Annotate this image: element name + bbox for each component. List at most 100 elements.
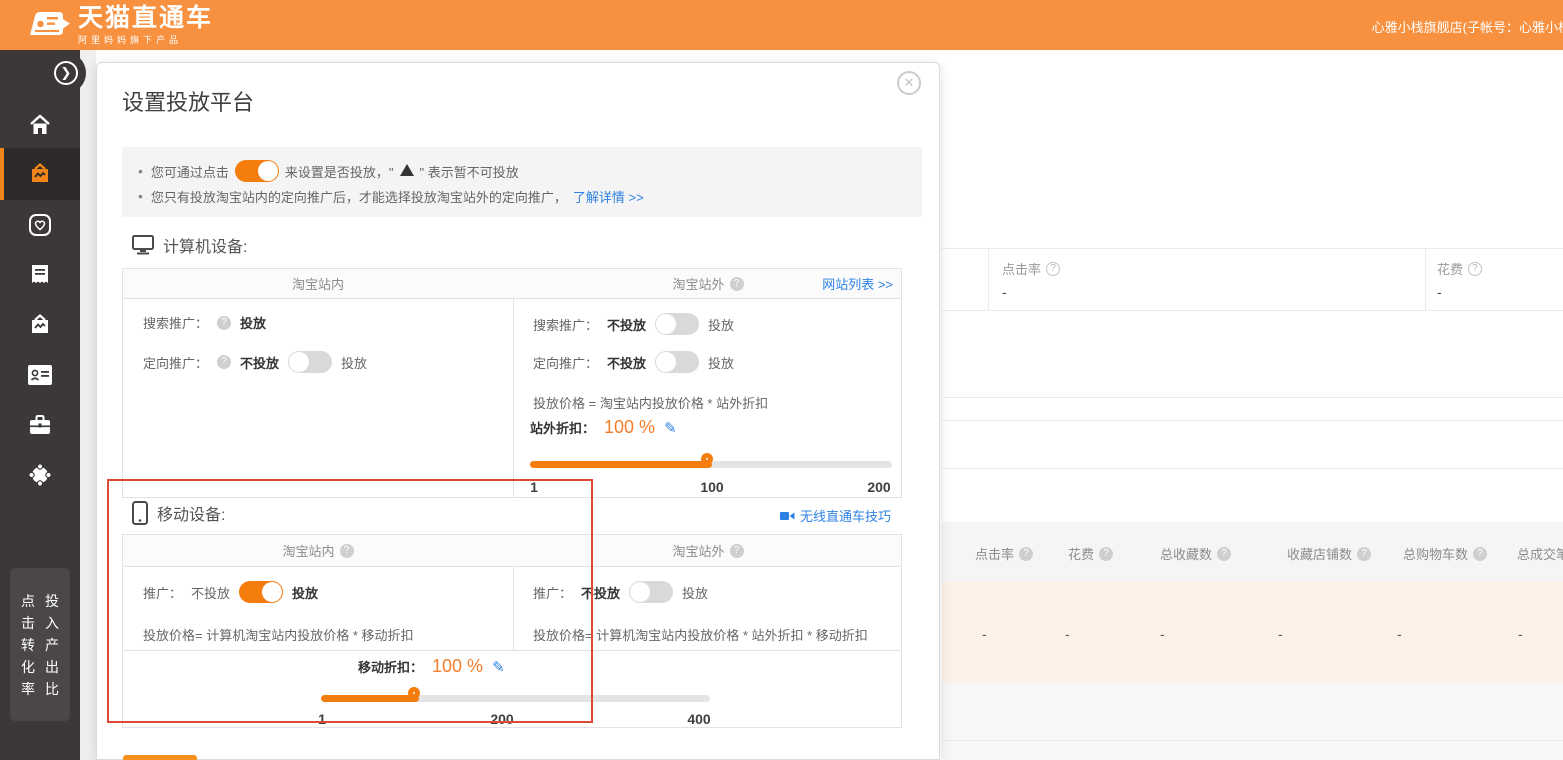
picture-icon: [27, 312, 53, 338]
help-icon[interactable]: ?: [1099, 547, 1113, 561]
bg-col-label: 点击率: [975, 544, 1014, 563]
expand-chevron-icon[interactable]: ❯: [54, 61, 78, 85]
sidebar-item-creatives[interactable]: [0, 300, 80, 350]
help-icon[interactable]: ?: [217, 355, 231, 369]
pc-out-target-toggle[interactable]: [655, 351, 699, 373]
slider-max-label: 200: [859, 479, 899, 495]
bg-col-carts: 总购物车数?: [1403, 544, 1487, 563]
discount-label: 站外折扣：: [530, 418, 595, 437]
help-icon[interactable]: ?: [1046, 262, 1060, 276]
pc-out-target-row: 定向推广： 不投放 投放: [533, 351, 734, 373]
collapsed-subnav-strip: [80, 50, 96, 760]
bg-col-deals: 总成交笔?: [1517, 544, 1563, 563]
slider-thumb[interactable]: [701, 453, 713, 465]
bg-cell-value: -: [982, 626, 987, 642]
bullet-icon: •: [138, 188, 143, 204]
slider-mid-label: 200: [482, 711, 522, 727]
bg-col-label: 总购物车数: [1403, 544, 1468, 563]
stat-ctr-value: -: [1002, 284, 1007, 300]
bg-col-ctr: 点击率?: [975, 544, 1033, 563]
help-icon[interactable]: ?: [1217, 547, 1231, 561]
help-icon[interactable]: ?: [1473, 547, 1487, 561]
notice-text: " 表示暂不可投放: [420, 162, 519, 181]
state-on-text: 投放: [708, 353, 734, 372]
learn-more-link[interactable]: 了解详情 >>: [573, 187, 644, 206]
sidebar-item-audience[interactable]: [0, 350, 80, 400]
mobile-section-title: 移动设备:: [157, 501, 225, 525]
close-icon[interactable]: ✕: [897, 71, 921, 95]
pc-out-discount-slider: 1 100 200: [530, 453, 892, 501]
confirm-button[interactable]: 确定: [123, 755, 197, 760]
computer-table: 淘宝站内 淘宝站外 ? 网站列表 >> 搜索推广： ? 投放 定向推广： ? 不…: [122, 268, 902, 498]
pc-out-search-toggle[interactable]: [655, 313, 699, 335]
state-off-text: 不投放: [581, 583, 620, 602]
warning-icon: [400, 164, 414, 176]
row-label: 推广：: [143, 583, 182, 602]
slider-thumb[interactable]: [408, 687, 420, 699]
state-off-text: 不投放: [607, 315, 646, 334]
mobile-in-promo-toggle[interactable]: [239, 581, 283, 603]
mobile-out-promo-toggle[interactable]: [629, 581, 673, 603]
sidebar-item-campaign[interactable]: [0, 148, 80, 200]
phone-icon: [132, 501, 148, 525]
bg-cell-value: -: [1397, 626, 1402, 642]
divider: [942, 248, 1563, 249]
sidebar: ❯: [0, 50, 80, 760]
logo-van-icon: [26, 7, 70, 45]
help-icon[interactable]: ?: [1357, 547, 1371, 561]
monitor-icon: [132, 235, 154, 255]
toggle-knob: [656, 352, 676, 372]
bg-col-favs: 总收藏数?: [1160, 544, 1231, 563]
help-icon[interactable]: ?: [1468, 262, 1482, 276]
help-icon[interactable]: ?: [340, 544, 354, 558]
sidebar-item-home[interactable]: [0, 100, 80, 150]
website-list-link[interactable]: 网站列表 >>: [822, 274, 893, 293]
sidebar-expand: ❯: [44, 52, 86, 94]
bg-table-row: [942, 683, 1563, 760]
account-name: 心雅小栈旗舰店(子帐号：心雅小栈: [1372, 17, 1563, 36]
computer-section-title: 计算机设备:: [163, 233, 247, 257]
app-logo[interactable]: 天猫直通车 阿里妈妈旗下产品: [26, 5, 213, 46]
pc-out-price-formula: 投放价格 = 淘宝站内投放价格 * 站外折扣: [533, 393, 768, 412]
edit-pencil-icon[interactable]: ✎: [492, 658, 505, 676]
campaign-icon: [27, 161, 53, 187]
sidebar-item-account[interactable]: [0, 450, 80, 500]
divider: [942, 397, 1563, 398]
help-icon[interactable]: ?: [730, 544, 744, 558]
pc-out-discount: 站外折扣： 100 % ✎: [530, 417, 677, 438]
pc-in-target-toggle[interactable]: [288, 351, 332, 373]
bg-col-cost: 花费?: [1068, 544, 1113, 563]
example-toggle[interactable]: [235, 160, 279, 182]
mobile-col-taobao-in: 淘宝站内 ?: [123, 535, 513, 566]
col-header-text: 淘宝站外: [672, 541, 724, 560]
logo-subtitle: 阿里妈妈旗下产品: [78, 33, 213, 46]
row-label: 定向推广：: [533, 353, 598, 372]
sidebar-item-reports[interactable]: [0, 250, 80, 300]
toggle-knob: [262, 582, 282, 602]
toggle-knob: [258, 161, 278, 181]
bullet-icon: •: [138, 163, 143, 179]
help-icon[interactable]: ?: [1019, 547, 1033, 561]
bg-col-label: 总收藏数: [1160, 544, 1212, 563]
wireless-tips-link[interactable]: 无线直通车技巧: [779, 506, 891, 525]
mobile-discount-slider: 1 200 400: [321, 687, 710, 729]
row-label: 搜索推广：: [533, 315, 598, 334]
bg-col-label: 收藏店铺数: [1287, 544, 1352, 563]
help-icon[interactable]: ?: [730, 277, 744, 291]
row-label: 定向推广：: [143, 353, 208, 372]
bg-cell-value: -: [1065, 626, 1070, 642]
set-platform-dialog: ✕ 设置投放平台 • 您可通过点击 来设置是否投放，" " 表示暂不可投放 • …: [96, 62, 940, 760]
discount-value: 100 %: [432, 656, 483, 677]
slider-fill: [321, 695, 419, 702]
state-on-text: 投放: [292, 583, 318, 602]
help-icon[interactable]: ?: [217, 316, 231, 330]
computer-col-taobao-out: 淘宝站外 ? 网站列表 >>: [513, 269, 903, 298]
sidebar-item-favorites[interactable]: [0, 200, 80, 250]
pc-out-search-row: 搜索推广： 不投放 投放: [533, 313, 734, 335]
stat-ctr-label: 点击率 ?: [1002, 259, 1060, 278]
edit-pencil-icon[interactable]: ✎: [664, 419, 677, 437]
slider-max-label: 400: [679, 711, 719, 727]
notice-line-1: • 您可通过点击 来设置是否投放，" " 表示暂不可投放: [138, 158, 906, 184]
sidebar-item-tools[interactable]: [0, 400, 80, 450]
stat-cost-label: 花费 ?: [1437, 259, 1482, 278]
